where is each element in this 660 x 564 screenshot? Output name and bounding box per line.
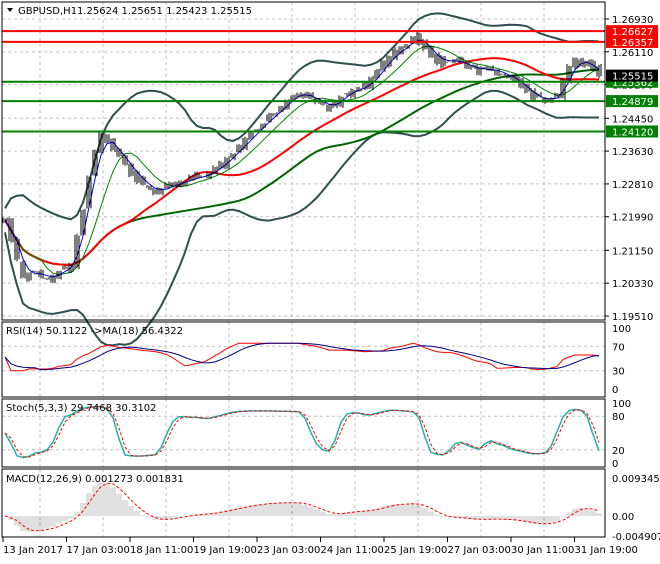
price-tick-label: 1.21150	[612, 246, 653, 257]
macd-tick-label: 0.00	[612, 512, 634, 523]
price-tick-label: 1.21990	[612, 213, 653, 224]
fast-ma-line	[4, 39, 600, 278]
stoch-panel[interactable]	[2, 405, 605, 459]
price-tick-label: 1.22810	[612, 180, 653, 191]
price-tick-label: 1.26110	[612, 48, 653, 59]
rsi-tick-label: 100	[612, 324, 631, 335]
time-label: 24 Jan 11:00	[321, 545, 384, 556]
price-tick-label: 1.20330	[612, 279, 653, 290]
time-label: 30 Jan 11:00	[511, 545, 574, 556]
long-ma-line	[4, 68, 600, 266]
current-price-label: 1.25515	[612, 72, 653, 83]
ohlc-label: 1.25624 1.25651 1.25423 1.25515	[77, 6, 252, 17]
time-label: 25 Jan 19:00	[384, 545, 447, 556]
rsi-tick-label: 70	[612, 342, 625, 353]
time-label: 27 Jan 03:00	[448, 545, 511, 556]
price-tick-label: 1.26930	[612, 15, 653, 26]
macd-signal-line	[4, 482, 600, 532]
time-label: 18 Jan 11:00	[130, 545, 193, 556]
bollinger-lower-line	[4, 89, 599, 347]
level-label: 1.26357	[612, 38, 653, 49]
macd-tick-label: 0.009345	[612, 474, 660, 485]
time-label: 19 Jan 19:00	[194, 545, 257, 556]
symbol-label: GBPUSD,H1	[18, 6, 77, 17]
chart-header: GBPUSD,H1 1.25624 1.25651 1.25423 1.2551…	[6, 6, 252, 485]
price-tick-label: 1.24450	[612, 114, 653, 125]
rsi-tick-label: 30	[612, 367, 625, 378]
rsi-tick-label: 0	[612, 385, 618, 396]
price-panel[interactable]	[2, 12, 605, 347]
stoch-tick-label: 80	[612, 412, 625, 423]
trading-chart[interactable]: 1.269301.261101.252901.244501.236301.228…	[0, 0, 660, 560]
rsi-line	[4, 342, 600, 372]
macd-tick-label: -0.004907	[612, 532, 660, 543]
rsi-ma-line	[4, 342, 600, 371]
dropdown-triangle-icon[interactable]	[7, 8, 13, 12]
stoch-tick-label: 100	[612, 399, 631, 410]
level-label: 1.24120	[612, 127, 653, 138]
stoch-tick-label: 0	[612, 459, 618, 470]
rsi-title: RSI(14) 50.1122 ->MA(18) 56.4322	[6, 326, 183, 337]
stoch-tick-label: 20	[612, 446, 625, 457]
price-tick-label: 1.23630	[612, 147, 653, 158]
time-label: 17 Jan 03:00	[67, 545, 130, 556]
level-label: 1.24879	[612, 97, 653, 108]
rsi-panel[interactable]	[2, 342, 605, 372]
time-label: 13 Jan 2017	[3, 545, 63, 556]
price-tick-label: 1.19510	[612, 312, 653, 323]
macd-panel[interactable]	[3, 481, 602, 532]
stoch-title: Stoch(5,3,3) 29.7468 30.3102	[6, 403, 157, 414]
bollinger-upper-line	[4, 12, 600, 221]
time-label: 23 Jan 03:00	[257, 545, 320, 556]
macd-title: MACD(12,26,9) 0.001273 0.001831	[6, 474, 184, 485]
time-label: 31 Jan 19:00	[575, 545, 638, 556]
